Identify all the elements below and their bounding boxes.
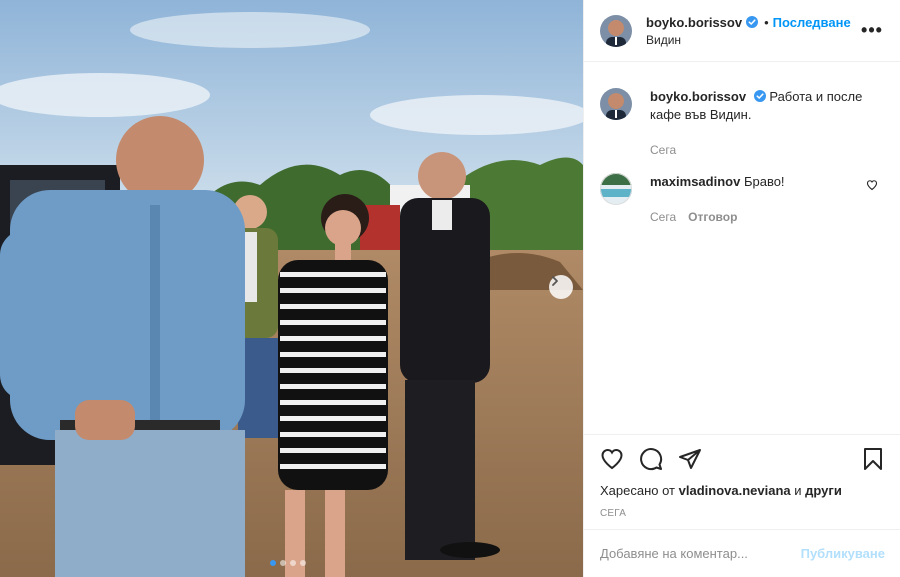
comment-meta: Сега Отговор xyxy=(650,208,884,226)
comments-section: boyko.borissov Работа и после кафе във В… xyxy=(584,88,900,226)
verified-badge-icon xyxy=(746,16,759,28)
header-row: boyko.borissov • Последване xyxy=(646,15,860,30)
author-username[interactable]: boyko.borissov xyxy=(646,15,742,30)
caption-time[interactable]: Сега xyxy=(650,141,676,159)
separator-bullet: • xyxy=(764,14,769,30)
action-icons xyxy=(600,435,885,483)
verified-badge-icon xyxy=(753,90,766,102)
chevron-right-icon xyxy=(552,276,558,286)
like-button[interactable] xyxy=(600,447,624,471)
post-header: boyko.borissov • Последване Видин ••• xyxy=(584,0,900,62)
caption-meta: Сега xyxy=(650,141,884,159)
comment-like-heart-icon[interactable] xyxy=(866,179,878,191)
share-icon xyxy=(679,449,701,469)
carousel-dot xyxy=(290,560,296,566)
commenter-username[interactable]: maximsadinov xyxy=(650,174,740,189)
save-button[interactable] xyxy=(861,447,885,471)
caption-username[interactable]: boyko.borissov xyxy=(650,89,746,104)
carousel-dot xyxy=(300,560,306,566)
commenter-avatar[interactable] xyxy=(600,173,632,205)
reply-button[interactable]: Отговор xyxy=(688,208,737,226)
post-photo[interactable] xyxy=(0,0,583,577)
add-comment-bar: Публикуване xyxy=(584,529,900,577)
comment-button[interactable] xyxy=(639,447,663,471)
comment-time[interactable]: Сега xyxy=(650,208,676,226)
likes-others-link[interactable]: други xyxy=(805,483,842,498)
likes-summary: Харесано от vladinova.neviana и други xyxy=(600,483,885,498)
location-link[interactable]: Видин xyxy=(646,33,860,47)
share-button[interactable] xyxy=(678,447,702,471)
likes-prefix: Харесано от xyxy=(600,483,676,498)
comment-body: maximsadinov Браво! Сега Отговор xyxy=(650,173,884,226)
comment-icon xyxy=(640,448,663,471)
comment-item: maximsadinov Браво! Сега Отговор xyxy=(600,173,884,226)
post-comment-button[interactable]: Публикуване xyxy=(801,546,885,561)
bookmark-icon xyxy=(864,448,882,470)
photo-illustration xyxy=(0,0,583,577)
header-text: boyko.borissov • Последване Видин xyxy=(646,15,860,47)
carousel-dots xyxy=(270,560,306,566)
author-avatar[interactable] xyxy=(600,14,632,47)
avatar-image xyxy=(600,88,632,120)
more-options-button[interactable]: ••• xyxy=(860,20,884,41)
comment-text: Браво! xyxy=(743,174,785,189)
caption: boyko.borissov Работа и после кафе във В… xyxy=(600,88,884,159)
follow-button[interactable]: Последване xyxy=(773,15,851,30)
carousel-dot xyxy=(270,560,276,566)
comment-input[interactable] xyxy=(600,546,801,561)
caption-avatar[interactable] xyxy=(600,88,632,120)
post-panel: boyko.borissov • Последване Видин ••• bo… xyxy=(583,0,900,577)
heart-icon xyxy=(601,448,623,470)
carousel-dot xyxy=(280,560,286,566)
avatar-image xyxy=(600,173,632,205)
caption-body: boyko.borissov Работа и после кафе във В… xyxy=(650,88,884,159)
avatar-image xyxy=(600,14,632,47)
likes-conjunction: и xyxy=(794,483,802,498)
liker-username[interactable]: vladinova.neviana xyxy=(679,483,791,498)
next-photo-button[interactable] xyxy=(549,275,573,299)
post-actions: Харесано от vladinova.neviana и други СЕ… xyxy=(584,434,900,519)
post-time[interactable]: СЕГА xyxy=(600,508,885,519)
